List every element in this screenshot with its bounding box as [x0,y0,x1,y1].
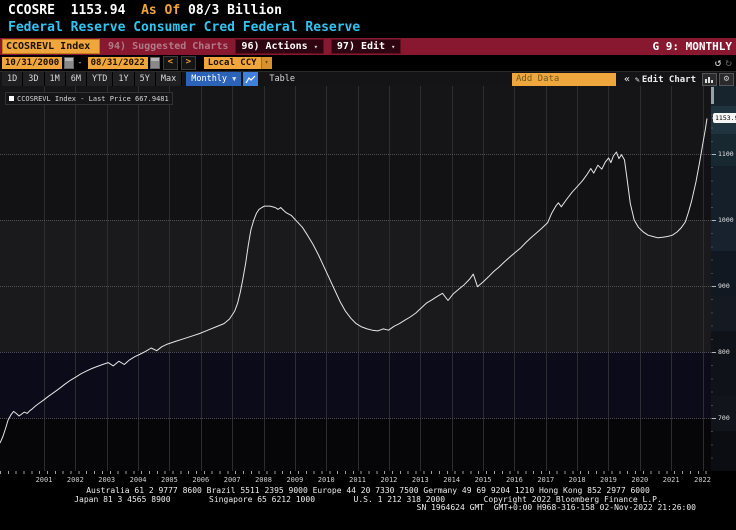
chart-tools: « ✎ Edit Chart ⚙ [624,72,734,87]
x-tick-label: 2006 [192,476,209,484]
title-bar: CCOSRE 1153.94 As Of 08/3 Billion Federa… [0,0,736,38]
edit-menu-button[interactable]: 97) Edit ▾ [331,39,401,54]
x-tick-label: 2007 [224,476,241,484]
date-to-input[interactable]: 08/31/2022 [88,57,148,69]
y-tick-label: 900 [718,283,730,290]
prev-period-button[interactable]: < [163,56,178,70]
last-price-tag: 1153.9436 [713,113,736,123]
chevron-down-icon[interactable]: ▾ [261,57,272,69]
date-range-separator: - [77,58,82,68]
x-tick-label: 2015 [475,476,492,484]
x-tick-label: 2014 [443,476,460,484]
chart-settings-button[interactable]: ⚙ [719,73,734,86]
as-of-label: As Of [141,3,180,18]
chart-legend[interactable]: CCOSREVL Index - Last Price 667.9481 [5,92,173,105]
actions-menu-button[interactable]: 96) Actions ▾ [235,39,323,54]
legend-label: CCOSREVL Index - Last Price 667.9481 [17,95,169,103]
x-tick-label: 2021 [663,476,680,484]
x-tick-label: 2022 [694,476,711,484]
x-tick-label: 2018 [569,476,586,484]
bar-chart-icon [705,76,714,83]
calendar-icon[interactable] [64,57,74,69]
y-tick-label: 800 [718,349,730,356]
chart-region: CCOSREVL Index - Last Price 667.9481 115… [0,86,736,471]
x-tick-label: 2011 [349,476,366,484]
range-button-1m[interactable]: 1M [45,72,66,87]
plot-area[interactable]: CCOSREVL Index - Last Price 667.9481 [0,86,711,472]
next-period-button[interactable]: > [181,56,196,70]
range-button-1y[interactable]: 1Y [113,72,134,87]
range-button-1d[interactable]: 1D [2,72,23,87]
x-tick-label: 2003 [98,476,115,484]
collapse-icon[interactable]: « [624,74,630,85]
security-input[interactable]: CCOSREVL Index [2,39,100,54]
x-tick-label: 2012 [381,476,398,484]
ticker-price: CCOSRE 1153.94 [8,3,141,18]
x-tick-label: 2010 [318,476,335,484]
range-button-6m[interactable]: 6M [66,72,87,87]
price-line [0,86,711,471]
bloomberg-terminal-window: CCOSRE 1153.94 As Of 08/3 Billion Federa… [0,0,736,530]
chevron-down-icon: ▾ [391,43,395,51]
security-description: Federal Reserve Consumer Cred Federal Re… [8,20,360,35]
date-toolbar: 10/31/2000 - 08/31/2022 < > Local CCY ▾ … [0,55,736,71]
chevron-down-icon: ▾ [314,43,318,51]
price-line-path [0,118,707,443]
chevron-down-icon: ▼ [232,75,236,83]
range-button-5y[interactable]: 5Y [135,72,156,87]
add-data-input[interactable]: Add Data [512,73,616,86]
pencil-icon: ✎ [635,75,640,84]
undo-icon[interactable]: ↺ [715,56,722,69]
chart-studies-button[interactable] [702,73,717,86]
x-tick-label: 2008 [255,476,272,484]
x-tick-label: 2002 [67,476,84,484]
currency-select[interactable]: Local CCY [204,57,261,69]
x-tick-label: 2001 [36,476,53,484]
x-tick-label: 2020 [631,476,648,484]
command-bar: CCOSREVL Index 94) Suggested Charts 96) … [0,38,736,55]
edit-chart-button[interactable]: Edit Chart [642,75,696,85]
x-tick-label: 2017 [537,476,554,484]
y-tick-label: 700 [718,415,730,422]
x-tick-label: 2004 [130,476,147,484]
scrollbar-thumb[interactable] [711,87,714,104]
ticker-summary: CCOSRE 1153.94 As Of 08/3 Billion [8,3,282,18]
range-button-3d[interactable]: 3D [23,72,44,87]
terminal-footer: Australia 61 2 9777 8600 Brazil 5511 239… [0,487,736,513]
range-button-max[interactable]: Max [156,72,182,87]
x-tick-label: 2005 [161,476,178,484]
as-of-value: 08/3 Billion [180,3,282,18]
y-axis-panel: 1153.9436 700 800 900 1000 1100 [711,86,736,471]
x-axis-ticks [0,471,711,474]
chart-type-button[interactable] [243,72,258,87]
x-axis: 2001 2002 2003 2004 2005 2006 2007 2008 2009 2010… [0,471,736,487]
range-button-ytd[interactable]: YTD [87,72,113,87]
x-tick-label: 2019 [600,476,617,484]
date-from-input[interactable]: 10/31/2000 [2,57,62,69]
range-toolbar: 1D 3D 1M 6M YTD 1Y 5Y Max Monthly ▼ Tabl… [0,71,736,87]
y-tick-label: 1000 [718,217,734,224]
y-tick-label: 1100 [718,151,734,158]
footer-session-info: SN 1964624 GMT GMT+0:00 H968-316-158 02-… [0,504,736,513]
view-code-label: G 9: MONTHLY [653,40,732,53]
calendar-icon[interactable] [150,57,160,69]
suggested-charts-button[interactable]: 94) Suggested Charts [108,41,228,52]
line-chart-icon [245,75,256,84]
redo-icon[interactable]: ↻ [725,56,732,69]
x-tick-label: 2013 [412,476,429,484]
table-view-button[interactable]: Table [269,72,295,87]
legend-swatch [9,96,14,101]
history-controls: ↺↻ [715,56,732,69]
x-tick-label: 2016 [506,476,523,484]
gear-icon: ⚙ [724,74,729,85]
x-tick-label: 2009 [286,476,303,484]
period-select[interactable]: Monthly ▼ [186,72,241,87]
